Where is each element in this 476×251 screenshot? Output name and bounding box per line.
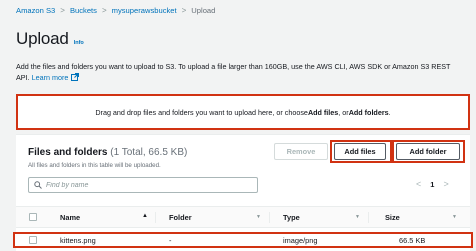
learn-more-label: Learn more — [31, 72, 69, 82]
column-divider — [155, 212, 156, 223]
dropzone-add-files: Add files — [307, 107, 339, 117]
panel-subtitle: All files and folders in this table will… — [28, 162, 161, 169]
dropzone-text-before: Drag and drop files and folders you want… — [95, 107, 308, 117]
breadcrumb: Amazon S3 > Buckets > mysuperawsbucket >… — [16, 6, 215, 15]
next-page-icon[interactable]: > — [443, 179, 448, 189]
prev-page-icon[interactable]: < — [416, 179, 421, 189]
breadcrumb-buckets[interactable]: Buckets — [70, 6, 97, 15]
pagination: < 1 > — [416, 179, 449, 189]
cell-size: 66.5 KB — [399, 236, 426, 245]
table-header: Name ▲ Folder ▼ Type ▼ Size ▼ — [16, 206, 470, 228]
sort-icon[interactable]: ▼ — [355, 214, 360, 220]
cell-name: kittens.png — [60, 236, 96, 245]
add-files-button[interactable]: Add files — [334, 143, 386, 160]
search-input[interactable] — [46, 181, 246, 189]
add-folder-button[interactable]: Add folder — [396, 143, 460, 160]
remove-button[interactable]: Remove — [274, 143, 328, 160]
search-icon — [34, 181, 42, 189]
dropzone-text-after: . — [388, 107, 391, 117]
column-type[interactable]: Type — [283, 213, 300, 222]
upload-dropzone[interactable]: Drag and drop files and folders you want… — [16, 94, 470, 130]
row-checkbox[interactable] — [29, 236, 37, 244]
column-size[interactable]: Size — [385, 213, 400, 222]
column-divider — [368, 212, 369, 223]
page-description: Add the files and folders you want to up… — [16, 62, 464, 83]
search-box[interactable] — [28, 177, 258, 193]
panel-count: (1 Total, 66.5 KB) — [110, 147, 188, 158]
files-and-folders-panel: Files and folders (1 Total, 66.5 KB) All… — [13, 134, 473, 251]
table-row[interactable]: kittens.png - image/png 66.5 KB — [13, 232, 473, 248]
panel-title: Files and folders (1 Total, 66.5 KB) — [28, 147, 187, 158]
external-link-icon — [71, 72, 80, 81]
page-header: Upload Info — [16, 29, 84, 49]
select-all-checkbox[interactable] — [29, 213, 37, 221]
panel-title-text: Files and folders — [28, 147, 108, 158]
breadcrumb-amazon-s3[interactable]: Amazon S3 — [16, 6, 55, 15]
chevron-right-icon: > — [101, 6, 107, 15]
column-folder[interactable]: Folder — [169, 213, 192, 222]
sort-ascending-icon[interactable]: ▲ — [142, 213, 148, 219]
page-title: Upload — [16, 29, 69, 48]
chevron-right-icon: > — [181, 6, 187, 15]
sort-icon[interactable]: ▼ — [256, 214, 261, 220]
chevron-right-icon: > — [60, 6, 65, 15]
cell-type: image/png — [283, 236, 318, 245]
cell-folder: - — [169, 236, 172, 245]
breadcrumb-bucket[interactable]: mysuperawsbucket — [112, 6, 177, 15]
learn-more-link[interactable]: Learn more — [31, 72, 80, 82]
description-text: Add the files and folders you want to up… — [16, 62, 451, 82]
sort-icon[interactable]: ▼ — [452, 214, 457, 220]
dropzone-text-middle: , or — [338, 107, 349, 117]
breadcrumb-current: Upload — [191, 6, 216, 15]
column-divider — [269, 212, 270, 223]
dropzone-add-folders: Add folders — [348, 107, 389, 117]
column-name[interactable]: Name — [60, 213, 80, 222]
info-link[interactable]: Info — [74, 40, 84, 46]
page-number[interactable]: 1 — [430, 180, 434, 189]
